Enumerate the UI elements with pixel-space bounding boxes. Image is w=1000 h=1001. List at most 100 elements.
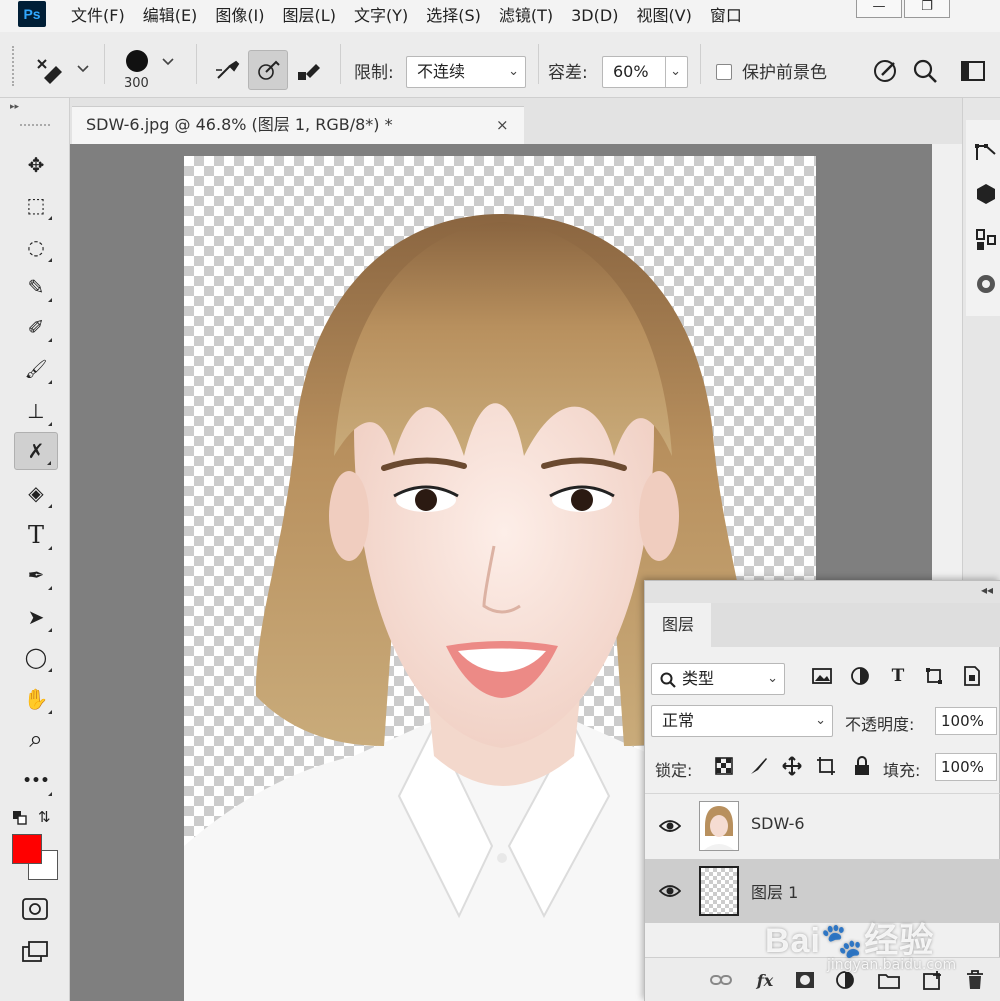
menu-3d[interactable]: 3D(D): [562, 0, 627, 32]
3d-icon[interactable]: [974, 182, 998, 206]
lock-transparent-icon[interactable]: [713, 755, 735, 777]
new-layer-icon[interactable]: [921, 968, 945, 992]
new-adjustment-icon[interactable]: [833, 968, 857, 992]
filter-shape-icon[interactable]: [923, 665, 945, 687]
menu-view[interactable]: 视图(V): [627, 0, 700, 32]
menu-layer[interactable]: 图层(L): [274, 0, 345, 32]
eyedropper-tool[interactable]: ✐: [14, 308, 58, 346]
adjustments-icon[interactable]: [974, 228, 998, 252]
paint-bucket-tool[interactable]: ◈: [14, 474, 58, 512]
tab-layers[interactable]: 图层: [645, 603, 711, 647]
screen-mode-button[interactable]: [22, 940, 50, 968]
layer-row-selected[interactable]: 图层 1: [645, 859, 1000, 923]
layer-filter-row: 类型 ⌄ T: [645, 657, 1000, 697]
link-layers-icon[interactable]: [709, 968, 733, 992]
background-eraser-tool[interactable]: ✗: [14, 432, 58, 470]
blend-mode-dropdown[interactable]: 正常 ⌄: [651, 705, 833, 737]
zoom-tool[interactable]: ⌕: [14, 720, 58, 758]
layer-name: SDW-6: [751, 814, 805, 833]
add-mask-icon[interactable]: [793, 968, 817, 992]
menu-filter[interactable]: 滤镜(T): [490, 0, 562, 32]
type-tool[interactable]: T: [14, 516, 58, 554]
swap-colors-icon[interactable]: ⇅: [38, 808, 51, 826]
collapse-toolbar-icon[interactable]: ▸▸: [10, 102, 19, 112]
pen-tool[interactable]: ✒: [14, 556, 58, 594]
brush-tool[interactable]: 🖌: [14, 350, 58, 388]
menu-type[interactable]: 文字(Y): [345, 0, 417, 32]
hand-tool-icon: ✋: [23, 687, 49, 711]
color-wheel-icon[interactable]: [974, 272, 998, 296]
screen-mode-icon: [22, 941, 48, 962]
hand-tool[interactable]: ✋: [14, 680, 58, 718]
close-icon[interactable]: ×: [496, 107, 509, 143]
menu-image[interactable]: 图像(I): [206, 0, 273, 32]
sampling-continuous-button[interactable]: [208, 50, 248, 90]
lock-position-icon[interactable]: [781, 755, 803, 777]
search-button[interactable]: [912, 58, 938, 88]
sampling-background-swatch-button[interactable]: [290, 50, 330, 90]
new-group-icon[interactable]: [877, 968, 901, 992]
filter-type-icon[interactable]: T: [887, 665, 909, 687]
workspace-button[interactable]: [960, 60, 986, 86]
move-tool[interactable]: ✥: [14, 146, 58, 184]
brush-tool-icon: 🖌: [24, 358, 48, 380]
tool-preset-picker[interactable]: [32, 54, 92, 88]
options-grip[interactable]: [12, 46, 16, 86]
opacity-label: 不透明度:: [845, 715, 915, 734]
path-select-tool[interactable]: ➤: [14, 598, 58, 636]
search-icon: [660, 672, 676, 688]
opacity-input[interactable]: 100%: [935, 707, 997, 735]
sampling-once-button[interactable]: [248, 50, 288, 90]
tolerance-value: 60%: [613, 62, 649, 81]
document-tab[interactable]: SDW-6.jpg @ 46.8% (图层 1, RGB/8*) * ×: [72, 106, 524, 144]
menu-file[interactable]: 文件(F): [62, 0, 134, 32]
more-tools[interactable]: •••: [14, 762, 58, 800]
restore-button[interactable]: ❐: [904, 0, 950, 18]
delete-layer-icon[interactable]: [963, 968, 987, 992]
layer-style-fx-icon[interactable]: fx: [753, 968, 777, 992]
eye-icon[interactable]: [659, 883, 681, 899]
tolerance-input[interactable]: 60% ⌄: [602, 56, 688, 88]
search-icon: [913, 59, 937, 83]
quick-mask-button[interactable]: [22, 898, 48, 924]
default-colors-icon[interactable]: [12, 810, 28, 830]
lock-row: 锁定: 填充: 100%: [645, 751, 1000, 787]
marquee-tool[interactable]: ⬚: [14, 186, 58, 224]
collapse-panel-icon[interactable]: ◂◂: [981, 583, 993, 597]
filter-pixel-icon[interactable]: [811, 665, 833, 687]
layer-row[interactable]: SDW-6: [645, 793, 1000, 857]
brush-size-picker[interactable]: 300: [122, 46, 182, 94]
toolbar-grip[interactable]: [20, 124, 50, 128]
lock-pixels-icon[interactable]: [747, 755, 769, 777]
quick-select-tool[interactable]: ✎: [14, 268, 58, 306]
lock-artboard-icon[interactable]: [815, 755, 837, 777]
ellipse-tool[interactable]: ◯: [14, 638, 58, 676]
quick-mask-icon: [22, 898, 48, 920]
minimize-button[interactable]: —: [856, 0, 902, 18]
chevron-down-icon: [162, 58, 174, 66]
layers-panel-header[interactable]: ◂◂: [645, 581, 1000, 603]
limit-dropdown[interactable]: 不连续 ⌄: [406, 56, 526, 88]
menu-edit[interactable]: 编辑(E): [134, 0, 207, 32]
layer-filter-dropdown[interactable]: 类型 ⌄: [651, 663, 785, 695]
filter-adjustment-icon[interactable]: [849, 665, 871, 687]
paths-icon[interactable]: [974, 140, 998, 164]
protect-foreground-checkbox[interactable]: [716, 64, 732, 80]
pressure-size-button[interactable]: [872, 58, 900, 88]
foreground-color-swatch[interactable]: [12, 834, 42, 864]
chevron-down-icon: ⌄: [508, 64, 519, 79]
menu-window[interactable]: 窗口: [701, 0, 751, 32]
blend-mode-value: 正常: [662, 711, 695, 730]
eye-icon[interactable]: [659, 818, 681, 834]
fill-input[interactable]: 100%: [935, 753, 997, 781]
filter-smart-object-icon[interactable]: [961, 665, 983, 687]
zoom-tool-icon: ⌕: [29, 725, 43, 753]
menu-select[interactable]: 选择(S): [417, 0, 490, 32]
layers-panel: ◂◂ 图层 类型 ⌄ T 正常 ⌄ 不透明度: 100% 锁定: 填充: 100…: [644, 580, 1000, 1001]
stamp-tool[interactable]: ⊥: [14, 392, 58, 430]
lock-all-icon[interactable]: [851, 755, 873, 777]
menu-bar: Ps 文件(F) 编辑(E) 图像(I) 图层(L) 文字(Y) 选择(S) 滤…: [0, 0, 1000, 32]
eyedropper-tool-icon: ✐: [27, 315, 45, 339]
protect-foreground-label: 保护前景色: [742, 63, 827, 83]
lasso-tool[interactable]: ◌: [14, 228, 58, 266]
